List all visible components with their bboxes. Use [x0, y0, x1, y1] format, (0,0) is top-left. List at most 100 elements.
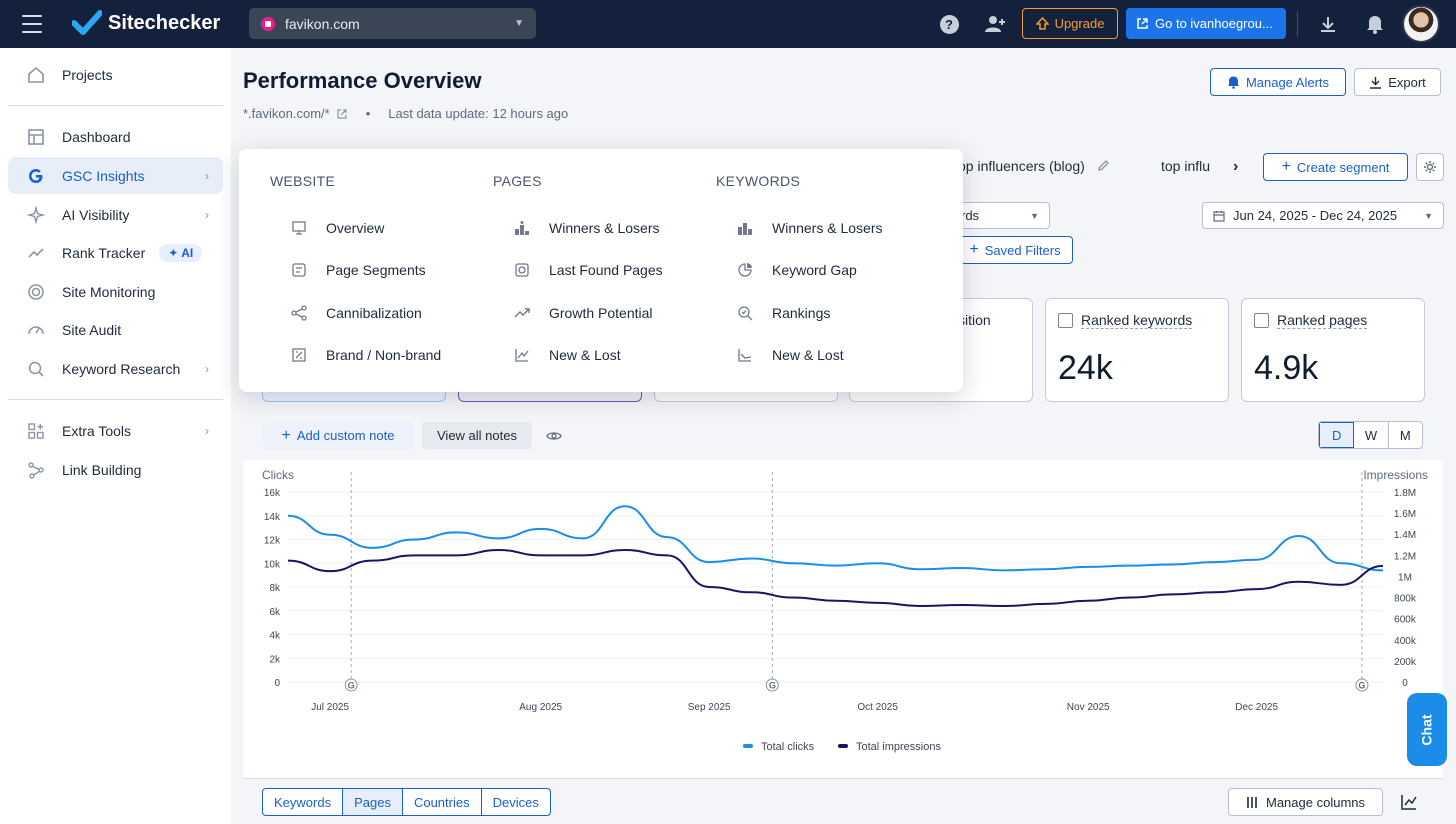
menu-item-pages-winners-losers[interactable]: Winners & Losers [493, 207, 663, 249]
add-custom-note-button[interactable]: + Add custom note [262, 422, 414, 449]
grid-plus-icon [26, 421, 46, 441]
menu-column-website: WEBSITE Overview Page Segments Cannibali… [270, 173, 441, 376]
chart-toggle-icon[interactable] [1400, 793, 1418, 816]
chat-button[interactable]: Chat [1407, 693, 1447, 766]
kpi-checkbox[interactable] [1058, 313, 1073, 328]
bell-icon [1227, 76, 1239, 89]
y-left-tick-label: 14k [264, 512, 281, 523]
view-all-notes-button[interactable]: View all notes [422, 422, 532, 449]
separator: • [365, 106, 371, 121]
sidebar-item-projects[interactable]: Projects [8, 56, 223, 93]
logo[interactable]: Sitechecker [72, 10, 220, 36]
annotation-marker-label: G [769, 681, 776, 691]
upgrade-button[interactable]: Upgrade [1022, 8, 1118, 39]
external-link-icon[interactable] [336, 108, 348, 120]
add-user-icon[interactable] [983, 12, 1007, 36]
chat-label: Chat [1419, 713, 1435, 746]
dashboard-icon [26, 127, 46, 147]
sidebar-item-label: Projects [62, 66, 113, 83]
menu-item-keywords-winners-losers[interactable]: Winners & Losers [716, 207, 882, 249]
sidebar-item-extra-tools[interactable]: Extra Tools › [8, 412, 223, 449]
chevron-right-icon: › [205, 168, 209, 183]
manage-columns-button[interactable]: Manage columns [1228, 788, 1383, 816]
notifications-bell-icon[interactable] [1363, 12, 1387, 36]
help-icon[interactable]: ? [937, 12, 961, 36]
search-check-icon [736, 304, 754, 322]
y-right-tick-label: 600k [1394, 615, 1417, 626]
bars-icon [736, 219, 754, 237]
y-right-axis-title: Impressions [1363, 468, 1428, 482]
kpi-card-ranked-pages[interactable]: Ranked pages 4.9k [1241, 298, 1425, 402]
menu-item-keyword-gap[interactable]: Keyword Gap [716, 249, 882, 291]
series-line-total-impressions [287, 549, 1384, 608]
segment-tab[interactable]: top influ [1161, 158, 1225, 174]
site-name: favikon.com [285, 15, 360, 32]
segment-tab[interactable]: op influencers (blog) [958, 158, 1110, 174]
upgrade-label: Upgrade [1054, 16, 1105, 31]
kpi-checkbox[interactable] [1254, 313, 1269, 328]
menu-item-last-found-pages[interactable]: Last Found Pages [493, 249, 663, 291]
sidebar-item-gsc-insights[interactable]: GSC Insights › [8, 157, 223, 194]
menu-heading: PAGES [493, 173, 542, 189]
domain-link[interactable]: *.favikon.com/* [243, 106, 330, 121]
chevron-right-icon[interactable]: › [1233, 158, 1238, 176]
create-segment-button[interactable]: + Create segment [1263, 153, 1408, 181]
tab-keywords[interactable]: Keywords [263, 789, 344, 815]
x-tick-label: Oct 2025 [857, 702, 898, 713]
x-tick-label: Aug 2025 [519, 702, 562, 713]
menu-item-growth-potential[interactable]: Growth Potential [493, 292, 663, 334]
sidebar-item-rank-tracker[interactable]: Rank Tracker ✦ AI [8, 234, 223, 271]
plus-icon: + [281, 426, 291, 444]
menu-item-rankings[interactable]: Rankings [716, 292, 882, 334]
menu-icon[interactable] [22, 15, 42, 33]
menu-item-keywords-new-lost[interactable]: New & Lost [716, 334, 882, 376]
sidebar-item-keyword-research[interactable]: Keyword Research › [8, 350, 223, 387]
menu-item-cannibalization[interactable]: Cannibalization [270, 292, 441, 334]
date-range-picker[interactable]: Jun 24, 2025 - Dec 24, 2025 ▼ [1202, 202, 1444, 229]
go-to-account-button[interactable]: Go to ivanhoegrou... [1126, 8, 1286, 39]
tab-pages[interactable]: Pages [343, 789, 403, 815]
saved-filters-label: Saved Filters [984, 242, 1061, 258]
kpi-card-ranked-keywords[interactable]: Ranked keywords 24k [1045, 298, 1229, 402]
chevron-right-icon: › [205, 361, 209, 376]
sidebar-item-label: Site Audit [62, 321, 122, 338]
menu-item-page-segments[interactable]: Page Segments [270, 249, 441, 291]
add-custom-note-label: Add custom note [296, 428, 395, 443]
user-avatar[interactable] [1402, 5, 1440, 43]
site-selector[interactable]: favikon.com ▼ [249, 8, 536, 39]
eye-icon[interactable] [543, 422, 565, 449]
tab-devices[interactable]: Devices [482, 789, 550, 815]
plus-icon: + [1281, 158, 1291, 175]
podium-icon [513, 219, 531, 237]
granularity-day-button[interactable]: D [1319, 422, 1355, 448]
y-right-tick-label: 200k [1394, 657, 1417, 668]
menu-item-overview[interactable]: Overview [270, 207, 441, 249]
last-update: Last data update: 12 hours ago [388, 106, 569, 121]
pencil-icon[interactable] [1097, 159, 1110, 172]
keyword-search-icon [26, 359, 46, 379]
chart-up-icon [513, 346, 531, 364]
sidebar-item-link-building[interactable]: Link Building [8, 451, 223, 488]
sidebar-item-site-monitoring[interactable]: Site Monitoring [8, 273, 223, 310]
granularity-week-button[interactable]: W [1354, 422, 1389, 448]
menu-item-brand-non-brand[interactable]: Brand / Non-brand [270, 334, 441, 376]
metric-select[interactable]: rds ▼ [950, 202, 1050, 229]
calendar-icon [1213, 210, 1225, 222]
sidebar-item-dashboard[interactable]: Dashboard [8, 118, 223, 155]
manage-alerts-button[interactable]: Manage Alerts [1210, 68, 1346, 96]
sidebar-item-ai-visibility[interactable]: AI Visibility › [8, 196, 223, 233]
menu-item-pages-new-lost[interactable]: New & Lost [493, 334, 663, 376]
export-button[interactable]: Export [1354, 68, 1441, 96]
download-icon[interactable] [1316, 12, 1340, 36]
tab-countries[interactable]: Countries [403, 789, 482, 815]
saved-filters-button[interactable]: + Saved Filters [957, 236, 1073, 264]
sidebar-item-label: GSC Insights [62, 167, 145, 184]
legend-swatch [838, 744, 848, 748]
divider [243, 778, 1443, 779]
logo-text: Sitechecker [108, 11, 221, 34]
granularity-month-button[interactable]: M [1389, 422, 1422, 448]
y-left-tick-label: 12k [264, 536, 281, 547]
sidebar-item-site-audit[interactable]: Site Audit [8, 311, 223, 348]
top-bar: Sitechecker favikon.com ▼ ? Upgrade Go t… [0, 0, 1456, 48]
segment-settings-button[interactable] [1416, 153, 1444, 181]
